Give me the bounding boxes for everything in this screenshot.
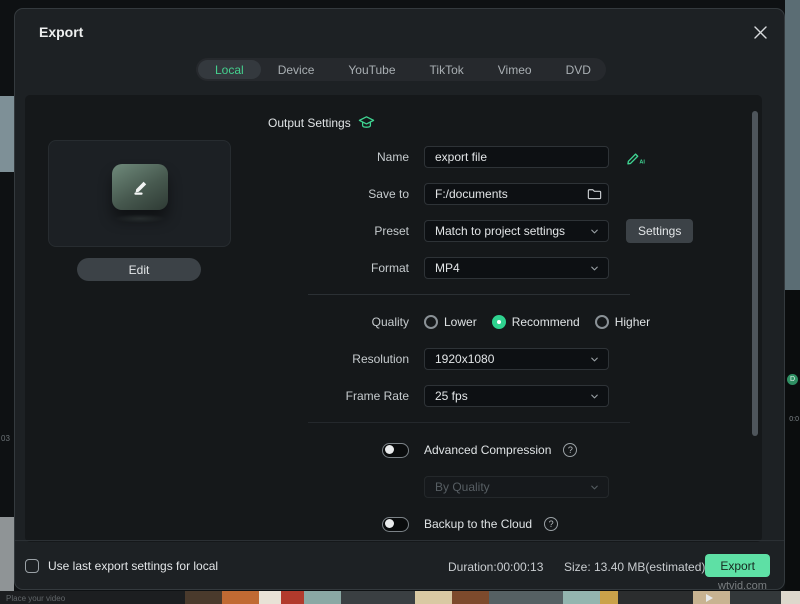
preset-dropdown[interactable]: Match to project settings — [424, 220, 609, 242]
watermark: wtvid.com — [718, 580, 767, 592]
filesize-readout: Size: 13.40 MB(estimated) — [564, 560, 706, 574]
export-destination-tabs: Local Device YouTube TikTok Vimeo DVD — [196, 58, 606, 81]
backup-cloud-row: Backup to the Cloud ? — [268, 513, 748, 535]
background-panel-right — [785, 290, 800, 604]
ai-rename-button[interactable]: AI — [625, 149, 647, 166]
background-badge: D — [787, 374, 798, 385]
background-timeline-filmstrip: Place your video — [0, 591, 800, 604]
export-settings-panel: Edit Output Settings Name AI — [25, 95, 762, 542]
svg-text:AI: AI — [639, 159, 645, 165]
folder-icon[interactable] — [587, 187, 602, 200]
pencil-icon — [133, 181, 146, 195]
quality-row: Quality Lower Recommend Higher — [268, 311, 748, 333]
tab-tiktok[interactable]: TikTok — [413, 60, 481, 79]
tab-dvd[interactable]: DVD — [549, 60, 608, 79]
quality-option-higher[interactable]: Higher — [594, 315, 650, 329]
quality-option-recommend[interactable]: Recommend — [491, 315, 580, 329]
save-to-label: Save to — [368, 187, 409, 201]
format-row: Format MP4 — [268, 257, 748, 279]
help-icon[interactable]: ? — [563, 443, 578, 457]
tab-youtube[interactable]: YouTube — [331, 60, 412, 79]
framerate-row: Frame Rate 25 fps — [268, 385, 748, 407]
output-settings-heading: Output Settings — [268, 115, 351, 130]
export-button[interactable]: Export — [705, 554, 770, 577]
radio-unselected-icon — [594, 315, 609, 329]
dialog-title: Export — [39, 24, 84, 40]
name-input[interactable] — [424, 146, 609, 168]
section-divider — [308, 422, 630, 423]
section-divider — [308, 294, 630, 295]
resolution-row: Resolution 1920x1080 — [268, 348, 748, 370]
name-row: Name AI — [268, 146, 748, 168]
compression-mode-row: By Quality — [268, 476, 748, 498]
close-icon — [753, 25, 767, 39]
tab-vimeo[interactable]: Vimeo — [481, 60, 549, 79]
chevron-down-icon — [591, 357, 598, 361]
preset-settings-button[interactable]: Settings — [626, 219, 694, 243]
ai-pencil-icon: AI — [627, 152, 645, 165]
radio-unselected-icon — [424, 315, 438, 329]
checkbox-unchecked-icon — [25, 558, 39, 573]
video-preview-thumbnail — [48, 140, 231, 247]
advanced-compression-row: Advanced Compression ? — [268, 439, 748, 461]
name-label: Name — [376, 150, 409, 164]
resolution-label: Resolution — [352, 352, 409, 366]
background-timecode: 0:0 — [789, 416, 799, 423]
preset-label: Preset — [374, 224, 409, 238]
framerate-label: Frame Rate — [345, 389, 409, 403]
chevron-down-icon — [591, 485, 598, 489]
save-path-input[interactable] — [424, 183, 609, 205]
quality-label: Quality — [371, 315, 409, 329]
framerate-dropdown[interactable]: 25 fps — [424, 385, 609, 407]
close-button[interactable] — [749, 21, 771, 43]
background-timeline-number: 03 — [1, 434, 10, 443]
use-last-settings-label: Use last export settings for local — [48, 558, 219, 573]
use-last-settings-option[interactable]: Use last export settings for local — [25, 541, 218, 590]
background-media-thumb-left — [0, 96, 14, 172]
duration-readout: Duration:00:00:13 — [448, 560, 544, 574]
chevron-down-icon — [591, 229, 598, 233]
chevron-down-icon — [591, 394, 598, 398]
output-settings-form: Output Settings Name AI Save to — [268, 115, 748, 550]
tab-local[interactable]: Local — [198, 60, 261, 79]
tile-reflection — [113, 214, 166, 223]
advanced-compression-label: Advanced Compression — [424, 443, 552, 457]
export-dialog: Export Local Device YouTube TikTok Vimeo… — [14, 8, 785, 590]
format-label: Format — [370, 261, 409, 275]
advanced-compression-toggle[interactable] — [382, 442, 409, 458]
edit-button[interactable]: Edit — [77, 258, 201, 281]
background-media-thumb-right — [785, 0, 800, 290]
tab-device[interactable]: Device — [261, 60, 332, 79]
help-icon[interactable]: ? — [544, 517, 559, 531]
play-icon — [706, 594, 713, 602]
format-dropdown[interactable]: MP4 — [424, 257, 609, 279]
preset-row: Preset Match to project settings Setting… — [268, 219, 748, 243]
resolution-dropdown[interactable]: 1920x1080 — [424, 348, 609, 370]
backup-cloud-toggle[interactable] — [382, 516, 409, 532]
timeline-placeholder-text: Place your video — [6, 594, 66, 603]
radio-selected-icon — [491, 315, 506, 329]
compression-mode-dropdown: By Quality — [424, 476, 609, 498]
chevron-down-icon — [591, 266, 598, 270]
edit-tile — [111, 164, 168, 210]
scrollbar-thumb[interactable] — [752, 111, 758, 436]
dialog-footer: Use last export settings for local Durat… — [15, 540, 784, 589]
background-panel-left — [0, 517, 14, 592]
backup-cloud-label: Backup to the Cloud — [424, 517, 533, 531]
save-to-row: Save to — [268, 183, 748, 205]
graduation-cap-icon[interactable] — [358, 115, 375, 130]
quality-option-lower[interactable]: Lower — [424, 315, 477, 329]
